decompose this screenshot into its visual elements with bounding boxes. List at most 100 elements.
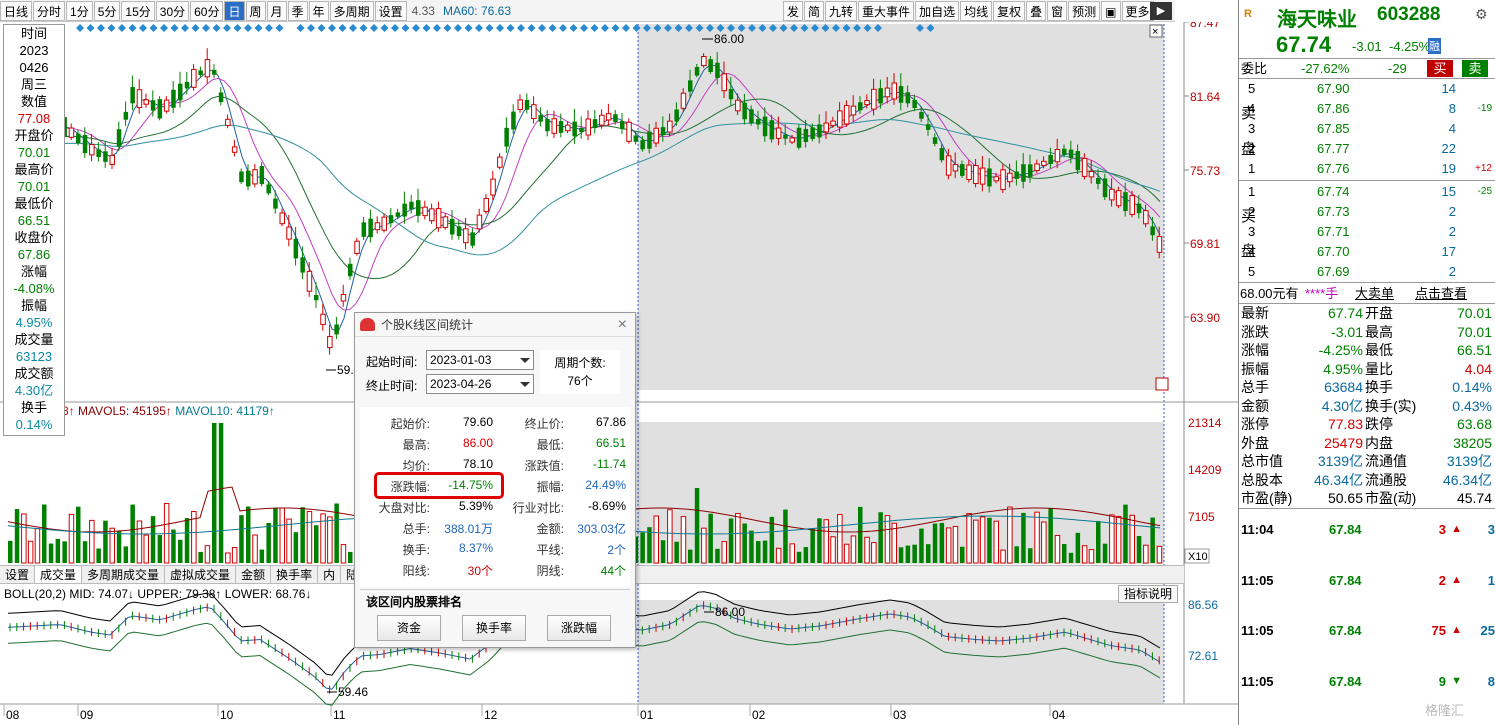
indicator-tab[interactable]: 多周期成交量: [82, 566, 166, 583]
divider: [360, 589, 630, 590]
event-diamond-icon: [275, 24, 284, 32]
date-tick-label: 12: [484, 708, 498, 722]
period-button[interactable]: 设置: [374, 0, 407, 21]
tool-button[interactable]: 更多: [1121, 1, 1154, 21]
period-button[interactable]: 1分: [66, 0, 93, 21]
panel-toggle-icon[interactable]: ▶: [1150, 2, 1172, 20]
volume-bar: [143, 534, 149, 564]
candle-body: [1129, 195, 1135, 215]
quote-stat-label: 流通值: [1365, 453, 1407, 469]
volume-bar: [858, 506, 863, 563]
sell-order-row[interactable]: 3 67.85 4: [1239, 119, 1495, 138]
candle-body: [150, 100, 156, 111]
quote-stat-label: 市盈(动): [1365, 490, 1417, 506]
tool-button[interactable]: 九转: [825, 1, 858, 21]
period-button[interactable]: 15分: [121, 0, 155, 21]
indicator-tab[interactable]: 换手率: [271, 566, 319, 583]
high-marker-text: 86.00: [714, 32, 744, 46]
price-tick-label: 87.47: [1190, 22, 1220, 30]
buy-order-row[interactable]: 2 67.73 2: [1239, 202, 1495, 221]
big-order-link[interactable]: 点击查看: [1415, 284, 1467, 303]
tool-button[interactable]: 复权: [993, 1, 1026, 21]
date-tick-label: 09: [80, 708, 94, 722]
candle-body: [456, 226, 462, 237]
weekday: 周三: [20, 77, 47, 92]
tool-button[interactable]: 叠: [1026, 1, 1047, 21]
candle-body: [605, 113, 612, 121]
sell-order-row[interactable]: 2 67.77 22: [1239, 139, 1495, 158]
quote-stat-label: 涨幅: [1241, 342, 1269, 358]
candle-body: [368, 218, 373, 238]
indicator-tab[interactable]: 内: [318, 566, 342, 583]
tool-button[interactable]: 加自选: [915, 1, 960, 21]
candle-body: [878, 88, 883, 104]
volume-bar: [96, 548, 101, 563]
chart-toolbar: 日线 分时 1分 5分 15分 30分 60分日周月季年多周期 设置 4.33 MA60: 7…: [0, 0, 1175, 22]
tool-button[interactable]: 重大事件: [858, 1, 915, 21]
period-button[interactable]: 5分: [93, 0, 121, 21]
period-button[interactable]: 日: [224, 0, 245, 21]
rank-change-button[interactable]: 涨跌幅: [547, 615, 611, 641]
period-button[interactable]: 30分: [155, 0, 190, 21]
event-diamond-icon: [559, 24, 567, 32]
stat-value: 44个: [600, 564, 626, 578]
period-button[interactable]: 多周期: [329, 0, 374, 21]
indicator-tab[interactable]: 金额: [236, 566, 272, 583]
volume-tick-label: 21314: [1188, 416, 1222, 430]
tool-button[interactable]: 发: [783, 1, 804, 21]
event-diamond-icon: [223, 24, 231, 32]
gear-icon[interactable]: ⚙: [1475, 6, 1488, 23]
rank-turnover-button[interactable]: 换手率: [462, 615, 526, 641]
big-order-row[interactable]: 68.00元有 ****手 大卖单 点击查看: [1239, 284, 1495, 303]
tool-button[interactable]: 均线: [960, 1, 993, 21]
buy-order-row[interactable]: 5 67.69 2: [1239, 262, 1495, 281]
buy-order-row[interactable]: 3 67.71 2: [1239, 222, 1495, 241]
end-date-select[interactable]: 2023-04-26: [426, 374, 534, 394]
period-button[interactable]: 季: [287, 0, 308, 21]
sell-button[interactable]: 卖: [1462, 60, 1488, 77]
buy-order-row[interactable]: 4 67.70 17: [1239, 242, 1495, 261]
close-range-glyph[interactable]: ×: [1152, 26, 1158, 38]
sell-order-row[interactable]: 4 67.86 8 -19: [1239, 99, 1495, 118]
period-button[interactable]: 周: [245, 0, 266, 21]
indicator-tab[interactable]: 成交量: [35, 566, 83, 583]
candle-body: [926, 124, 931, 130]
volume-bar: [830, 536, 836, 564]
tool-button[interactable]: 简: [804, 1, 825, 21]
period-button[interactable]: 日线: [0, 0, 33, 21]
indicator-help-button[interactable]: 指标说明: [1118, 585, 1179, 603]
rank-capital-button[interactable]: 资金: [377, 615, 441, 641]
buy-order-row[interactable]: 1 67.74 15 -25: [1239, 182, 1495, 201]
candle-body: [191, 68, 197, 88]
volume-bar: [204, 545, 211, 564]
range-end-marker-icon[interactable]: [1155, 377, 1169, 391]
low-marker-text: 59.: [337, 363, 354, 377]
period-button[interactable]: 60分: [190, 0, 224, 21]
sell-order-row[interactable]: 1 67.76 19 +12: [1239, 159, 1495, 178]
indicator-tab[interactable]: 设置: [0, 566, 36, 583]
volume-bar: [721, 541, 727, 564]
label-amount: 成交额: [14, 366, 54, 381]
tick-count: 25: [1480, 623, 1495, 638]
volume-bar: [1109, 514, 1115, 564]
indicator-tab[interactable]: 虚拟成交量: [165, 566, 237, 583]
sell-order-row[interactable]: 5 67.90 14: [1239, 79, 1495, 98]
event-diamond-icon: [433, 24, 441, 32]
tool-button[interactable]: 预测: [1068, 1, 1101, 21]
period-button[interactable]: 年: [308, 0, 329, 21]
start-date-select[interactable]: 2023-01-03: [426, 350, 534, 370]
volume-bar: [1088, 549, 1095, 564]
order-level: 2: [1248, 141, 1256, 156]
event-diamond-icon: [296, 24, 305, 32]
close-icon[interactable]: ×: [618, 313, 627, 337]
buy-button[interactable]: 买: [1427, 60, 1453, 77]
quote-stat-label: 最新: [1241, 305, 1269, 321]
tool-button[interactable]: 窗: [1047, 1, 1068, 21]
image-icon[interactable]: ▣: [1101, 1, 1121, 21]
candle-body: [708, 59, 713, 72]
period-button[interactable]: 分时: [33, 0, 66, 21]
open-value: 70.01: [17, 145, 51, 160]
period-button[interactable]: 月: [266, 0, 287, 21]
tick-time: 11:04: [1241, 522, 1274, 537]
stat-label: 阴线:: [536, 564, 564, 578]
